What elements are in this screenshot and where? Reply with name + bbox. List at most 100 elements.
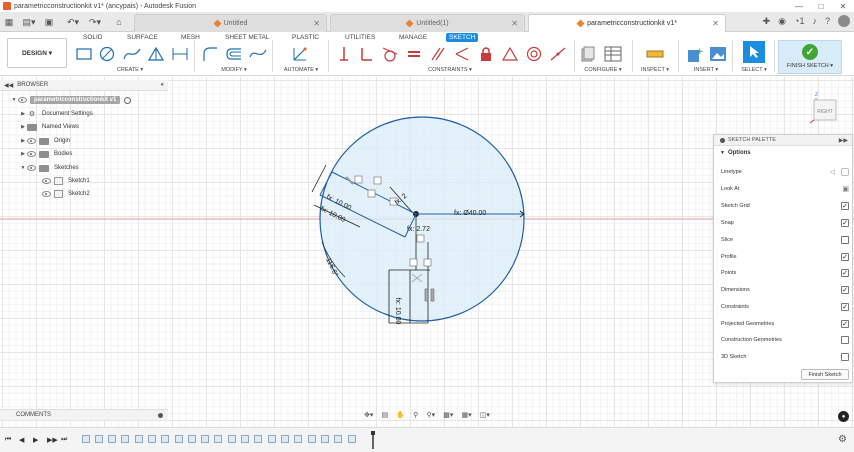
snap-checkbox[interactable]: ✓ <box>841 219 849 227</box>
timeline-feature-icon[interactable] <box>308 435 316 443</box>
tab-sketch[interactable]: SKETCH <box>446 33 479 42</box>
finish-sketch-button[interactable]: ✓ FINISH SKETCH ▾ <box>778 40 842 74</box>
timeline-marker[interactable] <box>371 431 375 449</box>
maximize-icon[interactable]: □ <box>810 0 832 12</box>
timeline-feature-icon[interactable] <box>121 435 129 443</box>
constraints-group-label[interactable]: CONSTRAINTS ▾ <box>418 67 482 73</box>
concentric-icon[interactable] <box>524 44 544 64</box>
browser-root[interactable]: ▼ parametricconstructionkit v1 <box>10 94 132 106</box>
perpendicular-icon[interactable] <box>452 44 472 64</box>
browser-item-bodies[interactable]: ▶ Bodies <box>19 148 72 160</box>
dimension-icon[interactable] <box>170 44 190 64</box>
visibility-icon[interactable] <box>42 178 51 184</box>
browser-item-sketches[interactable]: ▼ Sketches <box>19 162 79 174</box>
equal-icon[interactable] <box>404 44 424 64</box>
linetype-centerline-icon[interactable] <box>841 168 849 176</box>
3d-sketch-checkbox[interactable] <box>841 353 849 361</box>
tab-mesh[interactable]: MESH <box>178 33 203 42</box>
constraints-checkbox[interactable]: ✓ <box>841 303 849 311</box>
visibility-icon[interactable] <box>42 191 51 197</box>
app-grid-icon[interactable]: ▦ <box>3 15 15 29</box>
tab-untitled-1[interactable]: Untitled(1) ✕ <box>330 14 525 32</box>
projected-geometries-checkbox[interactable]: ✓ <box>841 320 849 328</box>
circle-icon[interactable] <box>97 44 117 64</box>
notifications-icon[interactable]: ♪ <box>812 16 817 26</box>
tab-utilities[interactable]: UTILITIES <box>342 33 378 42</box>
timeline-feature-icon[interactable] <box>294 435 302 443</box>
insert-derive-icon[interactable]: + <box>685 44 705 64</box>
offset-icon[interactable] <box>224 44 244 64</box>
view-cube[interactable]: Z RIGHT <box>808 90 840 124</box>
timeline-feature-icon[interactable] <box>201 435 209 443</box>
dimensions-checkbox[interactable]: ✓ <box>841 286 849 294</box>
insert-group-label[interactable]: INSERT ▾ <box>686 67 726 73</box>
expand-icon[interactable]: ▶ <box>19 151 27 157</box>
palette-header[interactable]: SKETCH PALETTE ▶▶ <box>714 135 852 146</box>
trim-icon[interactable] <box>248 44 268 64</box>
tab-untitled[interactable]: Untitled ✕ <box>134 14 327 32</box>
comments-dot-icon[interactable] <box>158 412 163 418</box>
activate-radio-icon[interactable] <box>124 96 132 104</box>
insert-image-icon[interactable] <box>708 44 728 64</box>
parallel-icon[interactable] <box>428 44 448 64</box>
new-tab-icon[interactable]: ✚ <box>763 16 771 27</box>
palette-finish-sketch-button[interactable]: Finish Sketch <box>801 369 849 380</box>
expand-icon[interactable]: ▼ <box>10 97 18 103</box>
expand-icon[interactable]: ▼ <box>19 165 27 171</box>
pan-hand-icon[interactable]: ✋ <box>396 411 405 419</box>
extensions-icon[interactable]: ◉ <box>778 16 786 27</box>
options-icon[interactable]: ● <box>160 82 164 88</box>
look-at-nav-icon[interactable]: ▤ <box>382 411 389 419</box>
visibility-icon[interactable] <box>18 97 27 103</box>
design-workspace-button[interactable]: DESIGN ▾ <box>7 38 67 68</box>
collapse-icon[interactable]: ◀◀ <box>4 82 13 89</box>
timeline-feature-icon[interactable] <box>268 435 276 443</box>
midpoint-icon[interactable] <box>500 44 520 64</box>
timeline-feature-icon[interactable] <box>188 435 196 443</box>
tab-parametricconstructionkit[interactable]: parametricconstructionkit v1* ✕ <box>528 14 726 32</box>
create-group-label[interactable]: CREATE ▾ <box>110 67 150 73</box>
measure-icon[interactable] <box>645 44 665 64</box>
slice-checkbox[interactable] <box>841 236 849 244</box>
zoom-icon[interactable]: ⚲ <box>413 411 418 419</box>
timeline-settings-gear-icon[interactable]: ⚙ <box>838 434 847 445</box>
expand-icon[interactable]: ▶ <box>19 124 27 130</box>
step-back-icon[interactable]: ◀ <box>19 436 24 444</box>
timeline-feature-icon[interactable] <box>321 435 329 443</box>
fix-lock-icon[interactable] <box>476 44 496 64</box>
points-checkbox[interactable]: ✓ <box>841 269 849 277</box>
avatar[interactable] <box>838 15 850 27</box>
display-settings-icon[interactable]: ▩▾ <box>443 411 453 419</box>
visibility-icon[interactable] <box>27 151 36 157</box>
timeline-feature-icon[interactable] <box>348 435 356 443</box>
chat-icon[interactable]: ● <box>838 411 849 422</box>
automate-group-label[interactable]: AUTOMATE ▾ <box>280 67 322 73</box>
triangle-icon[interactable] <box>146 44 166 64</box>
tab-manage[interactable]: MANAGE <box>396 33 430 42</box>
timeline-feature-icon[interactable] <box>161 435 169 443</box>
tab-plastic[interactable]: PLASTIC <box>289 33 322 42</box>
fillet-icon[interactable] <box>200 44 220 64</box>
look-at-icon[interactable]: ▣ <box>842 185 849 193</box>
timeline-feature-icon[interactable] <box>108 435 116 443</box>
save-icon[interactable]: ▣ <box>44 15 54 29</box>
collapse-triangle-icon[interactable]: ▼ <box>720 150 725 156</box>
tangent-icon[interactable] <box>380 44 400 64</box>
automate-icon[interactable] <box>290 44 310 64</box>
browser-item-origin[interactable]: ▶ Origin <box>19 135 70 147</box>
timeline-feature-icon[interactable] <box>214 435 222 443</box>
home-icon[interactable]: ⌂ <box>112 15 126 29</box>
viewports-icon[interactable]: ◫▾ <box>480 411 490 419</box>
close-tab-icon[interactable]: ✕ <box>712 19 719 28</box>
select-group-label[interactable]: SELECT ▾ <box>736 67 772 73</box>
browser-item-sketch2[interactable]: Sketch2 <box>42 188 90 200</box>
timeline-feature-icon[interactable] <box>82 435 90 443</box>
sketch-grid-checkbox[interactable]: ✓ <box>841 202 849 210</box>
timeline-feature-icon[interactable] <box>334 435 342 443</box>
go-to-end-icon[interactable]: ⏭ <box>61 436 67 444</box>
parameters-table-icon[interactable] <box>603 44 623 64</box>
tab-surface[interactable]: SURFACE <box>124 33 161 42</box>
go-to-start-icon[interactable]: ⏮ <box>5 436 11 444</box>
file-menu-icon[interactable]: ▤▾ <box>20 15 38 29</box>
configure-icon[interactable] <box>580 44 600 64</box>
